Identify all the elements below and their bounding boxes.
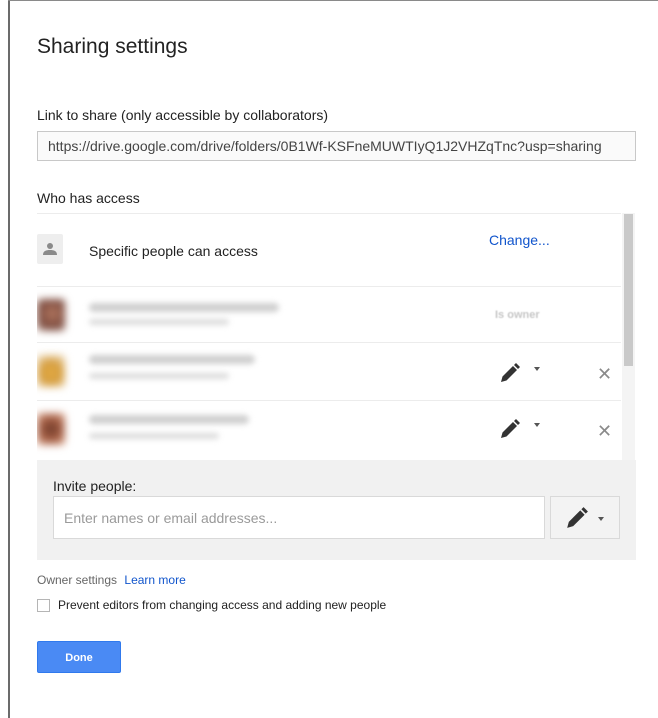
done-button[interactable]: Done bbox=[37, 641, 121, 673]
collaborator-email-redacted bbox=[89, 373, 229, 379]
invite-permission-dropdown[interactable] bbox=[550, 496, 620, 539]
pencil-icon bbox=[501, 419, 520, 438]
pencil-icon bbox=[567, 507, 588, 528]
avatar bbox=[37, 299, 65, 331]
permission-dropdown[interactable] bbox=[499, 418, 540, 440]
collaborator-row: ✕ bbox=[37, 342, 621, 401]
remove-collaborator-button[interactable]: ✕ bbox=[597, 364, 612, 385]
permission-dropdown[interactable] bbox=[499, 362, 540, 384]
general-access-text: Specific people can access bbox=[89, 243, 258, 259]
share-link-field[interactable] bbox=[37, 131, 636, 161]
access-list[interactable]: Specific people can access Change... Is … bbox=[37, 213, 635, 461]
scrollbar-thumb[interactable] bbox=[624, 214, 633, 366]
prevent-editors-checkbox[interactable] bbox=[37, 598, 50, 612]
owner-settings-row: Owner settings Learn more bbox=[37, 573, 186, 587]
collaborator-row: ✕ bbox=[37, 400, 621, 461]
collaborator-row: Is owner bbox=[37, 286, 621, 343]
prevent-editors-label: Prevent editors from changing access and… bbox=[58, 598, 387, 612]
who-has-access-label: Who has access bbox=[37, 190, 140, 206]
collaborator-email-redacted bbox=[89, 433, 219, 439]
avatar bbox=[37, 355, 65, 387]
chevron-down-icon bbox=[534, 423, 540, 427]
dialog-title: Sharing settings bbox=[37, 35, 188, 58]
chevron-down-icon bbox=[534, 367, 540, 371]
invite-people-label: Invite people: bbox=[53, 478, 137, 494]
remove-collaborator-button[interactable]: ✕ bbox=[597, 421, 612, 442]
invite-panel: Invite people: bbox=[37, 460, 636, 560]
owner-role-label: Is owner bbox=[495, 309, 540, 321]
prevent-editors-option: Prevent editors from changing access and… bbox=[37, 598, 386, 612]
invite-people-input[interactable] bbox=[53, 496, 545, 539]
chevron-down-icon bbox=[598, 517, 604, 521]
owner-settings-label: Owner settings bbox=[37, 573, 118, 587]
person-icon bbox=[37, 234, 63, 264]
sharing-settings-dialog: Sharing settings Link to share (only acc… bbox=[10, 1, 658, 718]
avatar bbox=[37, 413, 65, 445]
link-to-share-label: Link to share (only accessible by collab… bbox=[37, 107, 329, 123]
pencil-icon bbox=[501, 363, 520, 382]
collaborator-name-redacted bbox=[89, 303, 279, 312]
change-access-link[interactable]: Change... bbox=[489, 232, 550, 248]
learn-more-link[interactable]: Learn more bbox=[124, 573, 185, 587]
collaborator-email-redacted bbox=[89, 319, 229, 325]
collaborator-name-redacted bbox=[89, 415, 249, 424]
general-access-row: Specific people can access Change... bbox=[37, 213, 621, 287]
collaborator-name-redacted bbox=[89, 355, 255, 364]
